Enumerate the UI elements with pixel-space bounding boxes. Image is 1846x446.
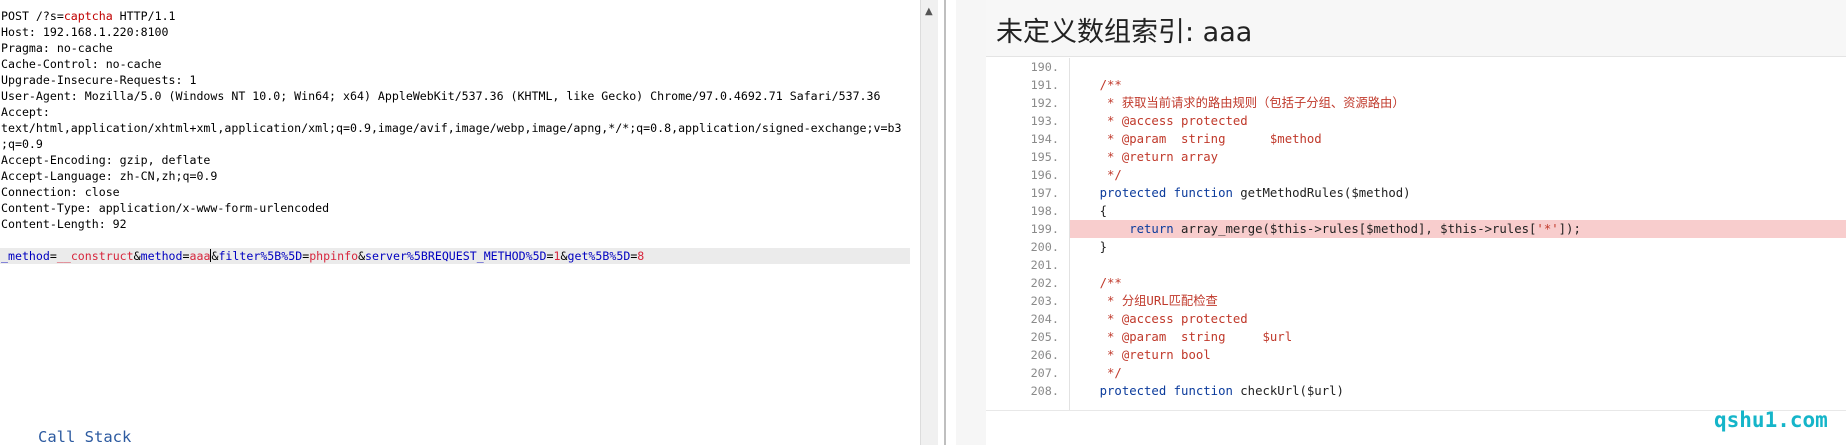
error-code-line: return array_merge($this->rules[$method]… <box>1070 220 1846 238</box>
header-line: text/html,application/xhtml+xml,applicat… <box>1 121 902 135</box>
line-number: 198. <box>1030 204 1059 218</box>
header-line: Cache-Control: no-cache <box>1 57 162 71</box>
line-number: 197. <box>1030 186 1059 200</box>
header-line: Accept-Language: zh-CN,zh;q=0.9 <box>1 169 218 183</box>
header-line: User-Agent: Mozilla/5.0 (Windows NT 10.0… <box>1 89 881 103</box>
line-number: 199. <box>1030 222 1059 236</box>
request-text[interactable]: POST /?s=captcha HTTP/1.1 Host: 192.168.… <box>0 8 910 264</box>
line-number: 194. <box>1030 132 1059 146</box>
header-line: Host: 192.168.1.220:8100 <box>1 25 169 39</box>
header-line: Accept: <box>1 105 50 119</box>
code-line: /** <box>1070 78 1122 92</box>
line-number-gutter: 190. 191. 192. 193. 194. 195. 196. 197. … <box>986 58 1070 410</box>
exception-title: 未定义数组索引: aaa <box>996 17 1253 48</box>
line-number: 200. <box>1030 240 1059 254</box>
response-render: 未定义数组索引: aaa 190. 191. 192. 193. 194. 19… <box>956 0 1846 445</box>
line-number: 207. <box>1030 366 1059 380</box>
request-line: POST /?s=captcha HTTP/1.1 <box>1 9 176 23</box>
line-number: 208. <box>1030 384 1059 398</box>
line-number: 195. <box>1030 150 1059 164</box>
line-number: 196. <box>1030 168 1059 182</box>
header-line: Accept-Encoding: gzip, deflate <box>1 153 211 167</box>
line-number: 206. <box>1030 348 1059 362</box>
line-number: 192. <box>1030 96 1059 110</box>
request-scrollbar[interactable]: ▲ <box>920 0 939 445</box>
line-number: 201. <box>1030 258 1059 272</box>
line-number: 191. <box>1030 78 1059 92</box>
code-line: { <box>1070 204 1108 218</box>
line-number: 202. <box>1030 276 1059 290</box>
code-line: } <box>1070 240 1108 254</box>
watermark: qshu1.com <box>1714 408 1828 432</box>
code-line: * @param string $url <box>1070 330 1293 344</box>
code-line: * @return bool <box>1070 348 1211 362</box>
line-number: 193. <box>1030 114 1059 128</box>
code-line: * @access protected <box>1070 312 1248 326</box>
line-number: 203. <box>1030 294 1059 308</box>
line-number: 205. <box>1030 330 1059 344</box>
code-line: * 分组URL匹配检查 <box>1070 294 1218 308</box>
splitter-bar <box>944 0 946 445</box>
call-stack-heading: Call Stack <box>38 428 132 446</box>
code-line: */ <box>1070 168 1122 182</box>
request-body-line[interactable]: _method=__construct&method=aaa&filter%5B… <box>0 248 910 264</box>
code-line: * @param string $method <box>1070 132 1322 146</box>
exception-header: 未定义数组索引: aaa <box>986 0 1846 57</box>
line-number: 190. <box>1030 60 1059 74</box>
request-editor[interactable]: POST /?s=captcha HTTP/1.1 Host: 192.168.… <box>0 0 920 445</box>
code-line: * 获取当前请求的路由规则（包括子分组、资源路由） <box>1070 96 1405 110</box>
source-code-panel: 190. 191. 192. 193. 194. 195. 196. 197. … <box>986 58 1846 411</box>
header-line: Content-Length: 92 <box>1 217 127 231</box>
code-line: protected function getMethodRules($metho… <box>1070 186 1411 200</box>
header-line: Connection: close <box>1 185 120 199</box>
code-line: protected function checkUrl($url) <box>1070 384 1344 398</box>
chevron-up-icon[interactable]: ▲ <box>925 6 933 17</box>
line-number: 204. <box>1030 312 1059 326</box>
header-line: ;q=0.9 <box>1 137 43 151</box>
pane-splitter[interactable] <box>938 0 956 445</box>
header-line: Upgrade-Insecure-Requests: 1 <box>1 73 197 87</box>
code-line: */ <box>1070 366 1122 380</box>
code-line: * @return array <box>1070 150 1219 164</box>
code-line: /** <box>1070 276 1122 290</box>
margin-strip <box>956 0 986 445</box>
code-line: * @access protected <box>1070 114 1248 128</box>
header-line: Pragma: no-cache <box>1 41 113 55</box>
header-line: Content-Type: application/x-www-form-url… <box>1 201 330 215</box>
code-lines: /** * 获取当前请求的路由规则（包括子分组、资源路由） * @access … <box>1070 58 1846 410</box>
